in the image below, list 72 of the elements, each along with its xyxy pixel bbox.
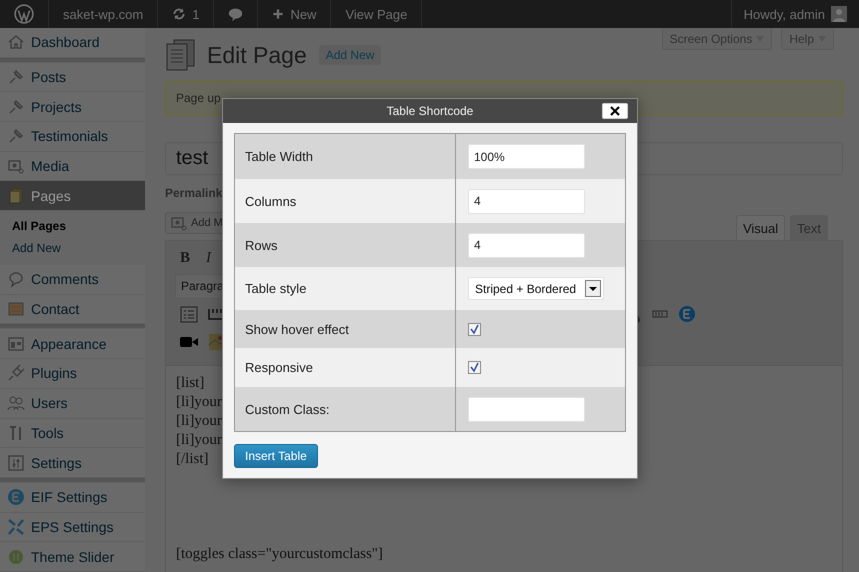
field-label: Rows xyxy=(245,238,278,252)
refresh-icon xyxy=(172,7,186,21)
sidebar-icon xyxy=(7,98,25,116)
submenu-item[interactable]: Add New xyxy=(0,239,145,258)
plus-icon xyxy=(272,8,284,20)
field-label: Columns xyxy=(245,194,296,208)
text-field[interactable] xyxy=(468,396,585,422)
sidebar-icon xyxy=(7,334,25,353)
sidebar-icon xyxy=(7,68,25,86)
page-title: Edit Page xyxy=(207,42,307,68)
battery-icon[interactable] xyxy=(652,310,668,318)
style-select[interactable]: Striped + Bordered xyxy=(468,277,604,300)
italic-button[interactable]: I xyxy=(206,250,222,266)
sidebar-item[interactable]: Plugins xyxy=(0,359,145,389)
bold-button[interactable]: B xyxy=(180,250,196,266)
sidebar-icon xyxy=(7,33,25,52)
field-label: Custom Class: xyxy=(245,402,330,416)
sidebar-icon xyxy=(7,364,25,382)
sidebar-item[interactable]: Tools xyxy=(0,418,145,448)
sidebar-item[interactable]: EIF Settings xyxy=(0,482,145,513)
toolbar-link[interactable]: View Page xyxy=(331,0,422,28)
sidebar-icon xyxy=(7,488,25,506)
sidebar-icon xyxy=(7,394,25,412)
field-label: Show hover effect xyxy=(245,322,349,336)
close-icon xyxy=(610,106,620,116)
pages-icon xyxy=(165,39,195,71)
close-button[interactable] xyxy=(602,103,628,119)
sidebar-icon xyxy=(7,270,25,288)
field-label: Table Width xyxy=(245,149,313,164)
avatar-icon xyxy=(831,6,847,22)
video-camera-icon[interactable] xyxy=(180,336,198,348)
permalink-label: Permalink xyxy=(165,186,222,202)
notice-text: Page up xyxy=(176,90,221,105)
sidebar-icon xyxy=(7,300,25,318)
sidebar-icon xyxy=(7,548,25,566)
text-field[interactable]: 4 xyxy=(468,188,585,214)
content-line: [list] xyxy=(176,374,204,393)
insert-table-button[interactable]: Insert Table xyxy=(234,444,318,468)
sidebar-icon xyxy=(7,186,25,205)
field-label: Table style xyxy=(245,281,306,296)
sidebar-item[interactable]: EPS Settings xyxy=(0,512,145,542)
content-line: [/list] xyxy=(176,450,208,469)
updates-link[interactable]: 1 xyxy=(158,0,214,28)
content-line: [li]your xyxy=(176,393,222,412)
new-link[interactable]: New xyxy=(258,0,332,28)
content-line: [toggles class="yourcustomclass"] xyxy=(176,545,383,564)
sidebar-icon xyxy=(7,518,25,536)
sidebar-item[interactable]: Posts xyxy=(0,62,145,92)
sidebar-item[interactable]: Comments xyxy=(0,265,145,295)
e-circle-icon[interactable] xyxy=(678,305,696,323)
sidebar-item[interactable]: Pages xyxy=(0,181,145,212)
list-icon[interactable] xyxy=(180,306,198,322)
editor-tab[interactable]: Visual xyxy=(736,215,786,240)
sidebar-item[interactable]: Testimonials xyxy=(0,122,145,152)
sidebar-item[interactable]: Appearance xyxy=(0,329,145,360)
checkbox[interactable] xyxy=(468,322,481,336)
text-field[interactable]: 100% xyxy=(468,144,585,169)
sidebar-item[interactable]: Theme Slider xyxy=(0,542,145,572)
caret-icon xyxy=(585,280,601,297)
checkbox[interactable] xyxy=(468,361,481,374)
sidebar-item[interactable]: Users xyxy=(0,388,145,418)
text-field[interactable]: 4 xyxy=(468,232,585,258)
submenu-item[interactable]: All Pages xyxy=(0,217,145,236)
sidebar-icon xyxy=(7,454,25,472)
logo-icon xyxy=(14,4,34,24)
content-line: [li]your xyxy=(176,412,222,431)
sidebar-item[interactable]: Projects xyxy=(0,92,145,122)
add-new-button[interactable]: Add New xyxy=(318,45,382,65)
dialog-title: Table Shortcode xyxy=(386,104,474,118)
content-line: [li]your xyxy=(176,431,222,450)
comment-icon xyxy=(228,6,244,22)
field-label: Responsive xyxy=(245,360,313,375)
